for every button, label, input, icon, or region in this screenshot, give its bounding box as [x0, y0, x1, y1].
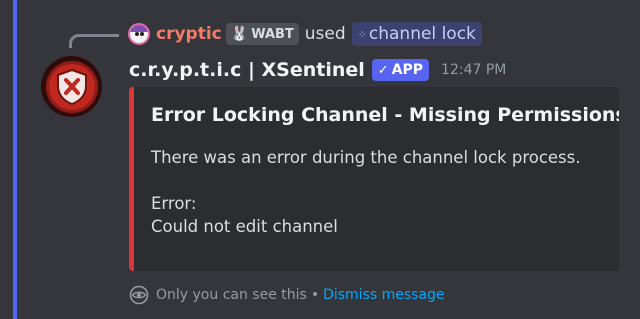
server-tag-label: WABT	[251, 26, 294, 42]
reply-username[interactable]: cryptic	[156, 24, 222, 44]
embed-description: There was an error during the channel lo…	[151, 146, 581, 238]
reply-user-avatar[interactable]	[128, 23, 150, 45]
bot-username[interactable]: c.r.y.p.t.i.c | XSentinel	[129, 59, 365, 81]
used-label: used	[304, 24, 346, 44]
error-embed: Error Locking Channel - Missing Permissi…	[129, 87, 619, 271]
eye-icon	[129, 285, 149, 305]
verified-check-icon: ✓	[377, 62, 389, 78]
message-container: cryptic 🐰 WABT used ⁘ channel lock c.r.y…	[0, 0, 640, 319]
mention-highlight-bar	[13, 0, 17, 319]
reply-connector-line	[69, 34, 119, 48]
embed-error-detail: Could not edit channel	[151, 217, 338, 236]
separator-dot: •	[310, 287, 320, 303]
embed-title: Error Locking Channel - Missing Permissi…	[151, 104, 619, 126]
interaction-reply-header: cryptic 🐰 WABT used ⁘ channel lock	[128, 20, 482, 48]
message-header: c.r.y.p.t.i.c | XSentinel ✓ APP 12:47 PM	[129, 55, 506, 85]
shield-x-icon	[56, 68, 87, 105]
app-badge-label: APP	[391, 62, 424, 78]
embed-accent-bar	[129, 87, 134, 271]
bot-avatar[interactable]	[41, 56, 102, 117]
rabbit-icon: 🐰	[230, 26, 249, 42]
server-tag[interactable]: 🐰 WABT	[225, 23, 299, 45]
ephemeral-text: Only you can see this	[156, 287, 307, 303]
command-name: channel lock	[368, 24, 476, 44]
message-timestamp[interactable]: 12:47 PM	[441, 62, 506, 78]
dismiss-message-link[interactable]: Dismiss message	[323, 287, 444, 303]
embed-description-line: There was an error during the channel lo…	[151, 148, 581, 167]
app-badge: ✓ APP	[371, 59, 430, 81]
slash-command-icon: ⁘	[357, 27, 367, 41]
command-mention[interactable]: ⁘ channel lock	[351, 22, 482, 46]
ephemeral-notice: Only you can see this • Dismiss message	[129, 284, 445, 306]
embed-error-label: Error:	[151, 194, 197, 213]
